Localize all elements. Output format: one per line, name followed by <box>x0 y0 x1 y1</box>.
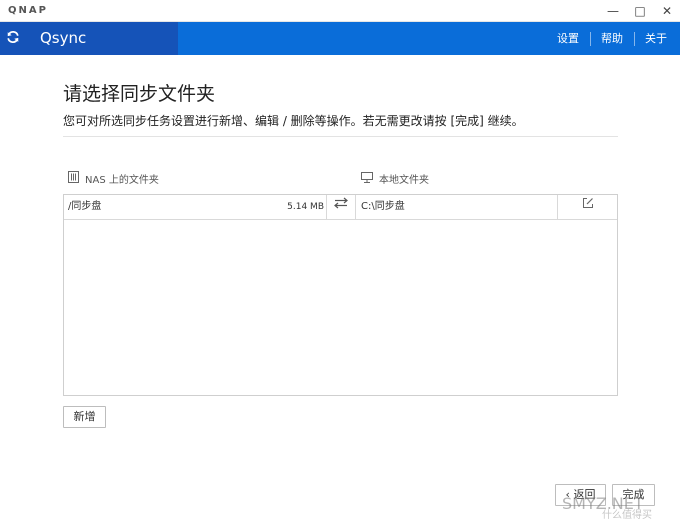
table-row[interactable]: /同步盘 5.14 MB C:\同步盘 <box>64 195 617 220</box>
window-titlebar: QNAP — □ ✕ <box>0 0 680 22</box>
sync-folder-table: /同步盘 5.14 MB C:\同步盘 <box>63 194 618 396</box>
nas-folder-path: /同步盘 <box>68 201 102 212</box>
folder-size: 5.14 MB <box>287 202 324 212</box>
menu-about[interactable]: 关于 <box>640 22 672 55</box>
sync-icon <box>6 29 20 48</box>
divider <box>63 136 618 137</box>
close-button[interactable]: ✕ <box>654 0 680 22</box>
add-button[interactable]: 新增 <box>63 406 106 428</box>
page-title: 请选择同步文件夹 <box>63 83 216 105</box>
app-header-brand-area: Qsync <box>0 22 178 55</box>
sync-direction-button[interactable] <box>326 195 356 219</box>
local-column-label: 本地文件夹 <box>379 175 429 186</box>
menu-divider <box>590 32 591 46</box>
app-name: Qsync <box>40 29 87 47</box>
edit-icon <box>582 195 594 219</box>
app-header: Qsync 设置 帮助 关于 <box>0 22 680 55</box>
sync-button[interactable] <box>0 22 26 55</box>
maximize-button[interactable]: □ <box>627 0 653 22</box>
nas-column-header: NAS 上的文件夹 <box>68 171 159 186</box>
local-folder-path: C:\同步盘 <box>361 201 405 212</box>
menu-settings[interactable]: 设置 <box>552 22 584 55</box>
watermark-subtitle: 什么值得买 <box>602 510 652 521</box>
computer-icon <box>361 171 373 186</box>
edit-button[interactable] <box>557 195 617 219</box>
nas-column-label: NAS 上的文件夹 <box>85 175 159 186</box>
sync-arrows-icon <box>334 195 348 219</box>
menu-divider <box>634 32 635 46</box>
nas-icon <box>68 171 79 186</box>
local-column-header: 本地文件夹 <box>361 171 429 186</box>
minimize-button[interactable]: — <box>600 0 626 22</box>
page-description: 您可对所选同步任务设置进行新增、编辑 / 删除等操作。若无需更改请按 [完成] … <box>63 114 524 128</box>
qnap-logo: QNAP <box>8 5 48 16</box>
menu-help[interactable]: 帮助 <box>596 22 628 55</box>
